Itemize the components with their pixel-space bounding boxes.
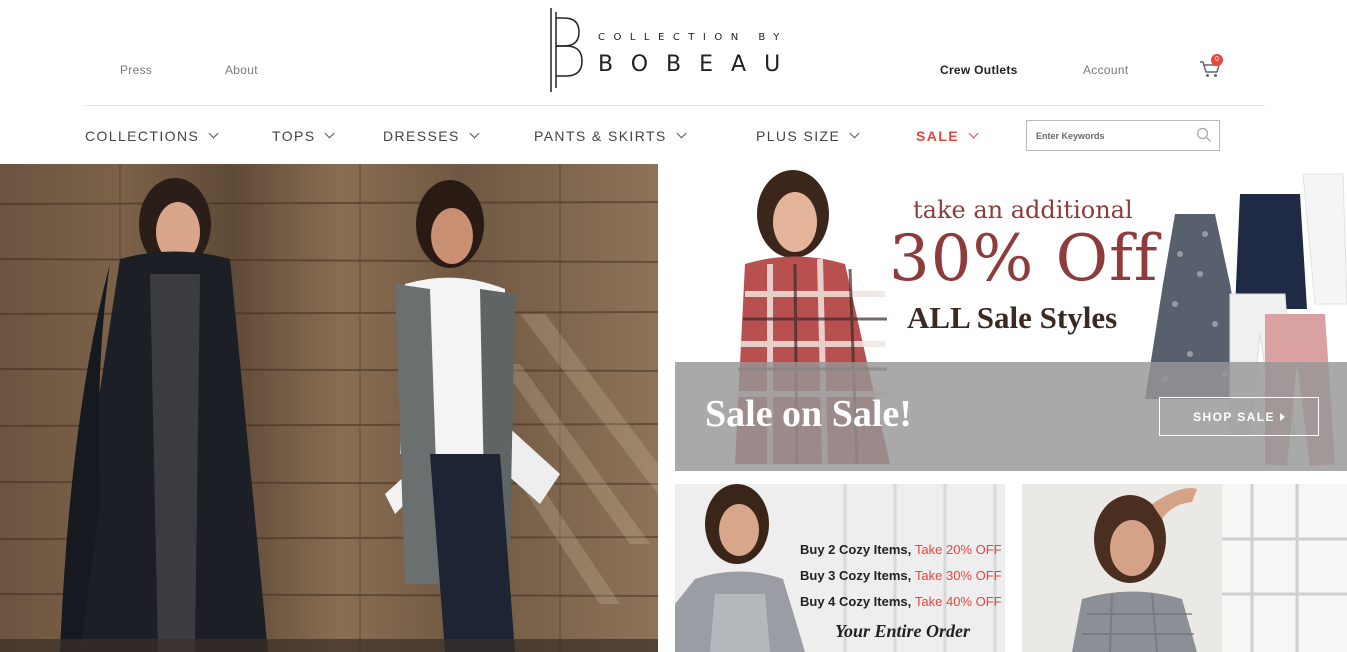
account-link[interactable]: Account (1083, 63, 1128, 77)
nav-label: TOPS (272, 128, 316, 144)
hero-photo-illustration (0, 164, 658, 652)
logo-tagline: COLLECTION BY (598, 32, 788, 43)
chevron-down-icon (325, 128, 335, 139)
nav-label: SALE (916, 128, 959, 144)
cozy-offer-discount: Take 30% OFF (914, 568, 1002, 583)
nav-label: PANTS & SKIRTS (534, 128, 667, 144)
chevron-down-icon (968, 128, 979, 139)
cozy-offer-row: Buy 3 Cozy Items, Take 30% OFF (800, 568, 1002, 583)
logo-b-mark-icon (550, 8, 583, 92)
search-input[interactable] (1036, 127, 1186, 145)
shop-sale-button[interactable]: SHOP SALE (1159, 397, 1319, 436)
hero-lifestyle-image[interactable] (0, 164, 658, 652)
nav-dresses[interactable]: DRESSES (383, 128, 480, 144)
sale-title: Sale on Sale! (705, 393, 912, 435)
cozy-offer-discount: Take 20% OFF (914, 542, 1002, 557)
nav-label: PLUS SIZE (756, 128, 841, 144)
nav-collections[interactable]: COLLECTIONS (85, 128, 219, 144)
brand-logo[interactable]: COLLECTION BY BOBEAU (548, 8, 808, 94)
chevron-down-icon (676, 128, 687, 139)
crew-outlets-link[interactable]: Crew Outlets (940, 63, 1018, 77)
cozy-offer-footer: Your Entire Order (835, 621, 971, 641)
sale-band: Sale on Sale! SHOP SALE (675, 362, 1347, 471)
cozy-offer-lead: Buy 3 Cozy Items, (800, 568, 912, 583)
promo-subheadline: ALL Sale Styles (907, 300, 1118, 335)
model-photo-illustration (1022, 484, 1347, 652)
cozy-offer-discount: Take 40% OFF (914, 594, 1002, 609)
cozy-promo-tile[interactable]: Buy 2 Cozy Items, Take 20% OFF Buy 3 Coz… (675, 484, 1005, 652)
site-header: Press About COLLECTION BY BOBEAU Crew Ou… (0, 0, 1347, 106)
cozy-offer-row: Buy 2 Cozy Items, Take 20% OFF (800, 542, 1002, 557)
caret-right-icon (1279, 412, 1285, 421)
promo-tagline: take an additional (913, 196, 1133, 224)
cozy-offer-lead: Buy 4 Cozy Items, (800, 594, 912, 609)
search-box (1026, 120, 1220, 151)
nav-plus-size[interactable]: PLUS SIZE (756, 128, 860, 144)
sale-promo-banner[interactable]: take an additional 30% Off ALL Sale Styl… (675, 164, 1347, 471)
nav-label: DRESSES (383, 128, 460, 144)
promo-headline: 30% Off (889, 222, 1159, 296)
chevron-down-icon (469, 128, 480, 139)
chevron-down-icon (208, 128, 219, 139)
shop-sale-label: SHOP SALE (1193, 409, 1275, 424)
chevron-down-icon (849, 128, 860, 139)
search-icon[interactable] (1196, 127, 1212, 143)
about-link[interactable]: About (225, 63, 258, 77)
cozy-offer-lead: Buy 2 Cozy Items, (800, 542, 912, 557)
nav-tops[interactable]: TOPS (272, 128, 335, 144)
press-link[interactable]: Press (120, 63, 152, 77)
logo-brand-name: BOBEAU (598, 52, 799, 77)
nav-sale[interactable]: SALE (916, 128, 979, 144)
nav-label: COLLECTIONS (85, 128, 200, 144)
model-promo-tile[interactable] (1022, 484, 1347, 652)
cozy-offer-row: Buy 4 Cozy Items, Take 40% OFF (800, 594, 1002, 609)
nav-pants-skirts[interactable]: PANTS & SKIRTS (534, 128, 687, 144)
cart-count-badge: 0 (1211, 54, 1223, 66)
